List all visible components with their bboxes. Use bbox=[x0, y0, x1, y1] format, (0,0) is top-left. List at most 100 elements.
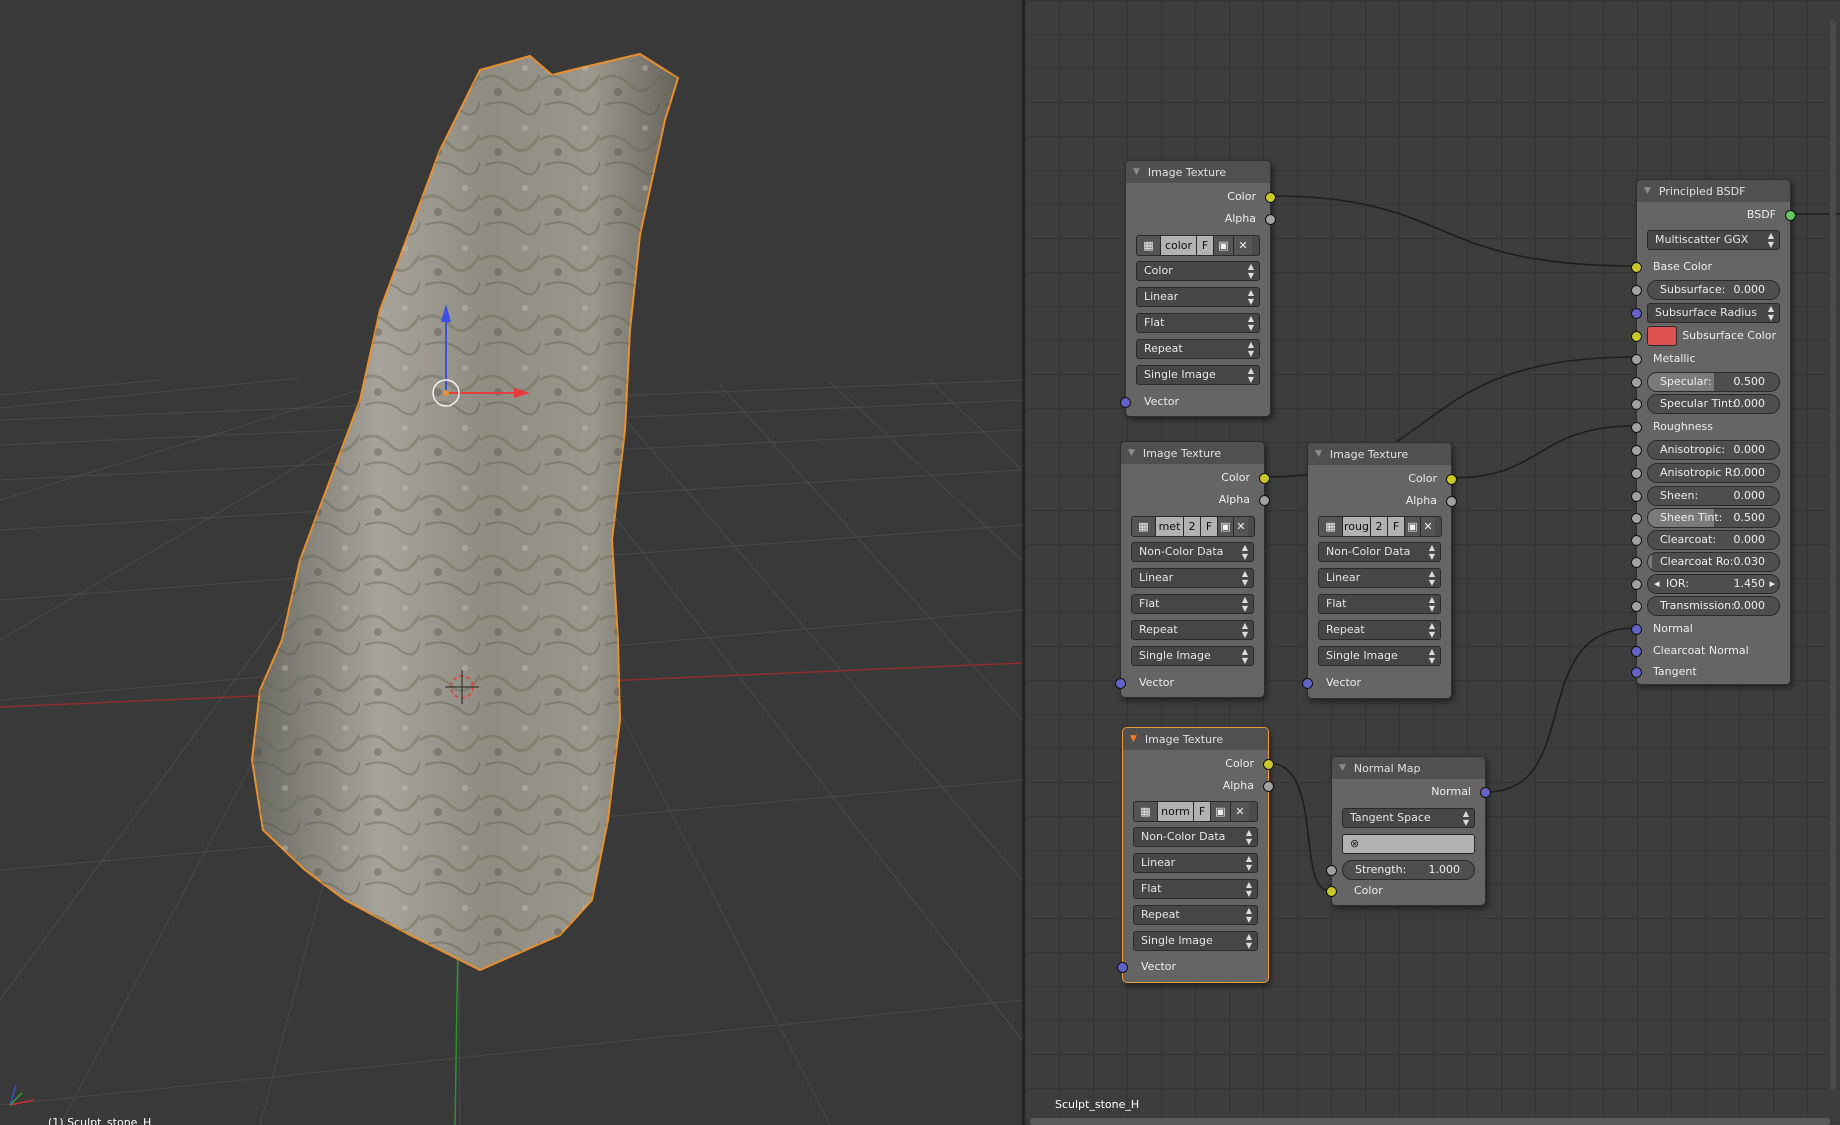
image-selector[interactable]: ▦ color F ▣ ✕ bbox=[1136, 235, 1260, 256]
fake-user-button[interactable]: F bbox=[1197, 236, 1214, 255]
unlink-icon[interactable]: ✕ bbox=[1234, 517, 1248, 536]
input-roughness-socket[interactable] bbox=[1631, 422, 1642, 433]
node-header[interactable]: ▼ Normal Map bbox=[1332, 757, 1485, 779]
strength-field[interactable]: Strength: 1.000 bbox=[1342, 860, 1475, 880]
uv-map-field[interactable]: ⊗ bbox=[1342, 834, 1475, 854]
output-color-socket[interactable] bbox=[1263, 759, 1274, 770]
output-alpha-socket[interactable] bbox=[1263, 781, 1274, 792]
source-dropdown[interactable]: Single Image ▲ ▼ bbox=[1318, 646, 1441, 666]
output-normal-socket[interactable] bbox=[1480, 787, 1491, 798]
interpolation-dropdown[interactable]: Linear ▲ ▼ bbox=[1133, 853, 1258, 873]
input-vector-socket[interactable] bbox=[1302, 678, 1313, 689]
collapse-triangle-icon[interactable]: ▼ bbox=[1133, 167, 1140, 177]
clearcoat-field[interactable]: Clearcoat: 0.000 bbox=[1647, 530, 1780, 550]
collapse-triangle-icon[interactable]: ▼ bbox=[1339, 763, 1346, 773]
image-selector[interactable]: ▦ roug 2 F ▣ ✕ bbox=[1318, 516, 1442, 537]
unlink-icon[interactable]: ✕ bbox=[1231, 802, 1249, 821]
space-dropdown[interactable]: Tangent Space ▲ ▼ bbox=[1342, 808, 1475, 828]
color-space-dropdown[interactable]: Non-Color Data ▲ ▼ bbox=[1131, 542, 1254, 562]
input-subsurface-radius-socket[interactable] bbox=[1631, 308, 1642, 319]
input-subsurface-socket[interactable] bbox=[1631, 285, 1642, 296]
input-clearcoat-normal-socket[interactable] bbox=[1631, 646, 1642, 657]
input-specular-tint-socket[interactable] bbox=[1631, 399, 1642, 410]
source-dropdown[interactable]: Single Image ▲ ▼ bbox=[1133, 931, 1258, 951]
anisotropic-field[interactable]: Anisotropic: 0.000 bbox=[1647, 440, 1780, 460]
normal-map-node[interactable]: ▼ Normal Map Normal Tangent Space ▲ ▼ ⊗ Str… bbox=[1326, 756, 1491, 906]
output-alpha-socket[interactable] bbox=[1446, 496, 1457, 507]
node-header[interactable]: ▼ Principled BSDF bbox=[1637, 180, 1790, 202]
input-anisotropic-rotation-socket[interactable] bbox=[1631, 468, 1642, 479]
unlink-icon[interactable]: ✕ bbox=[1234, 236, 1252, 255]
subsurface-field[interactable]: Subsurface: 0.000 bbox=[1647, 280, 1780, 300]
anisotropic-rotation-field[interactable]: Anisotropic R: 0.000 bbox=[1647, 463, 1780, 483]
input-metallic-socket[interactable] bbox=[1631, 354, 1642, 365]
image-texture-node-normal[interactable]: ▼ Image Texture Color Alpha ▦ norm F ▣ ✕ Non-… bbox=[1117, 727, 1274, 983]
3d-viewport[interactable]: (1) Sculpt_stone_H bbox=[0, 0, 1022, 1125]
subsurface-radius-dropdown[interactable]: Subsurface Radius ▲ ▼ bbox=[1647, 303, 1780, 323]
input-clearcoat-roughness-socket[interactable] bbox=[1631, 557, 1642, 568]
source-dropdown[interactable]: Single Image ▲ ▼ bbox=[1136, 365, 1260, 385]
color-space-dropdown[interactable]: Non-Color Data ▲ ▼ bbox=[1318, 542, 1441, 562]
specular-field[interactable]: Specular: 0.500 bbox=[1647, 372, 1780, 392]
input-sheen-socket[interactable] bbox=[1631, 491, 1642, 502]
projection-dropdown[interactable]: Flat ▲ ▼ bbox=[1318, 594, 1441, 614]
fake-user-button[interactable]: F bbox=[1194, 802, 1211, 821]
input-color-socket[interactable] bbox=[1326, 886, 1337, 897]
output-alpha-socket[interactable] bbox=[1265, 214, 1276, 225]
image-name[interactable]: roug bbox=[1343, 517, 1371, 536]
image-browse-icon[interactable]: ▦ bbox=[1132, 517, 1156, 536]
input-tangent-socket[interactable] bbox=[1631, 667, 1642, 678]
image-selector[interactable]: ▦ norm F ▣ ✕ bbox=[1133, 801, 1258, 822]
output-color-socket[interactable] bbox=[1446, 474, 1457, 485]
node-editor[interactable]: ▼ Image Texture Color Alpha ▦ color F ▣ ✕ Col… bbox=[1025, 0, 1840, 1125]
unlink-icon[interactable]: ✕ bbox=[1421, 517, 1435, 536]
input-vector-socket[interactable] bbox=[1115, 678, 1126, 689]
image-browse-icon[interactable]: ▦ bbox=[1134, 802, 1158, 821]
image-texture-node-metallic[interactable]: ▼ Image Texture Color Alpha ▦ met 2 F ▣ ✕ Non-… bbox=[1115, 441, 1270, 698]
sheen-tint-field[interactable]: Sheen Tint: 0.500 bbox=[1647, 508, 1780, 528]
transmission-field[interactable]: Transmission: 0.000 bbox=[1647, 596, 1780, 616]
output-color-socket[interactable] bbox=[1259, 473, 1270, 484]
collapse-triangle-icon[interactable]: ▼ bbox=[1644, 186, 1651, 196]
input-normal-socket[interactable] bbox=[1631, 624, 1642, 635]
node-header[interactable]: ▼ Image Texture bbox=[1126, 161, 1270, 183]
open-folder-icon[interactable]: ▣ bbox=[1405, 517, 1421, 536]
input-ior-socket[interactable] bbox=[1631, 579, 1642, 590]
sheen-field[interactable]: Sheen: 0.000 bbox=[1647, 486, 1780, 506]
image-browse-icon[interactable]: ▦ bbox=[1137, 236, 1161, 255]
ior-field[interactable]: ◂ IOR: 1.450 ▸ bbox=[1647, 574, 1780, 594]
input-anisotropic-socket[interactable] bbox=[1631, 445, 1642, 456]
vertical-scrollbar[interactable] bbox=[1830, 20, 1836, 1090]
horizontal-scrollbar[interactable] bbox=[1030, 1118, 1830, 1125]
node-header[interactable]: ▼ Image Texture bbox=[1121, 442, 1264, 464]
projection-dropdown[interactable]: Flat ▲ ▼ bbox=[1133, 879, 1258, 899]
input-clearcoat-socket[interactable] bbox=[1631, 535, 1642, 546]
image-texture-node-color[interactable]: ▼ Image Texture Color Alpha ▦ color F ▣ ✕ Col… bbox=[1120, 160, 1276, 417]
extension-dropdown[interactable]: Repeat ▲ ▼ bbox=[1136, 339, 1260, 359]
image-texture-node-roughness[interactable]: ▼ Image Texture Color Alpha ▦ roug 2 F ▣ ✕ Non… bbox=[1302, 442, 1457, 699]
image-name[interactable]: met bbox=[1156, 517, 1184, 536]
image-name[interactable]: norm bbox=[1158, 802, 1194, 821]
distribution-dropdown[interactable]: Multiscatter GGX ▲ ▼ bbox=[1647, 230, 1780, 250]
input-sheen-tint-socket[interactable] bbox=[1631, 513, 1642, 524]
image-name[interactable]: color bbox=[1161, 236, 1197, 255]
extension-dropdown[interactable]: Repeat ▲ ▼ bbox=[1133, 905, 1258, 925]
projection-dropdown[interactable]: Flat ▲ ▼ bbox=[1131, 594, 1254, 614]
output-color-socket[interactable] bbox=[1265, 192, 1276, 203]
clearcoat-roughness-field[interactable]: Clearcoat Ro: 0.030 bbox=[1647, 552, 1780, 572]
output-bsdf-socket[interactable] bbox=[1785, 210, 1796, 221]
output-alpha-socket[interactable] bbox=[1259, 495, 1270, 506]
specular-tint-field[interactable]: Specular Tint: 0.000 bbox=[1647, 394, 1780, 414]
image-browse-icon[interactable]: ▦ bbox=[1319, 517, 1343, 536]
projection-dropdown[interactable]: Flat ▲ ▼ bbox=[1136, 313, 1260, 333]
input-vector-socket[interactable] bbox=[1120, 397, 1131, 408]
node-header[interactable]: ▼ Image Texture bbox=[1308, 443, 1451, 465]
image-users-count[interactable]: 2 bbox=[1184, 517, 1201, 536]
fake-user-button[interactable]: F bbox=[1201, 517, 1218, 536]
color-space-dropdown[interactable]: Non-Color Data ▲ ▼ bbox=[1133, 827, 1258, 847]
source-dropdown[interactable]: Single Image ▲ ▼ bbox=[1131, 646, 1254, 666]
principled-bsdf-node[interactable]: ▼ Principled BSDF BSDF Multiscatter GGX ▲ ▼… bbox=[1631, 179, 1796, 685]
interpolation-dropdown[interactable]: Linear ▲ ▼ bbox=[1318, 568, 1441, 588]
interpolation-dropdown[interactable]: Linear ▲ ▼ bbox=[1136, 287, 1260, 307]
input-strength-socket[interactable] bbox=[1326, 865, 1337, 876]
